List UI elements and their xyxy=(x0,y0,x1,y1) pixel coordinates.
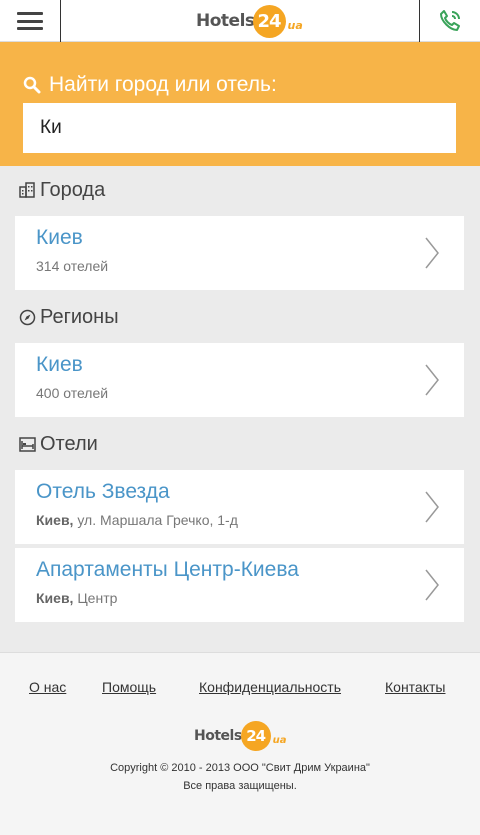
footer-link-help[interactable]: Помощь xyxy=(102,679,156,695)
copyright: Copyright © 2010 - 2013 ООО "Свит Дрим У… xyxy=(110,762,370,774)
search-input[interactable] xyxy=(23,103,456,153)
chevron-right-icon xyxy=(425,237,439,269)
logo[interactable]: Hotels 24 ua xyxy=(196,4,303,38)
city-item[interactable]: Киев 314 отелей xyxy=(15,216,464,290)
search-label: Найти город или отель: xyxy=(23,72,277,98)
section-title-regions: Регионы xyxy=(18,302,119,332)
hotel-name: Отель Звезда xyxy=(36,480,170,503)
footer-logo[interactable]: Hotels 24 ua xyxy=(194,721,287,751)
city-name: Киев xyxy=(36,226,83,249)
compass-icon xyxy=(18,308,36,326)
chevron-right-icon xyxy=(425,364,439,396)
logo-number: 24 xyxy=(252,4,286,38)
footer-logo-text: Hotels xyxy=(194,728,242,744)
hotel-street: ул. Маршала Гречко, 1-д xyxy=(77,512,238,528)
section-title-hotels: Отели xyxy=(18,429,98,459)
hotel-street: Центр xyxy=(77,590,118,606)
region-item[interactable]: Киев 400 отелей xyxy=(15,343,464,417)
section-title-regions-label: Регионы xyxy=(40,305,119,328)
logo-text: Hotels xyxy=(196,11,255,31)
hotel-name: Апартаменты Центр-Киева xyxy=(36,558,299,581)
hotel-address: Киев, ул. Маршала Гречко, 1-д xyxy=(36,512,238,528)
bed-icon xyxy=(18,435,36,453)
footer-link-contacts[interactable]: Контакты xyxy=(385,679,445,695)
region-name: Киев xyxy=(36,353,83,376)
phone-button[interactable] xyxy=(419,0,480,42)
rights-reserved: Все права защищены. xyxy=(183,780,297,792)
menu-button[interactable] xyxy=(0,0,61,42)
region-hotel-count: 400 отелей xyxy=(36,385,109,401)
logo-suffix: ua xyxy=(287,18,303,32)
hamburger-icon xyxy=(17,12,43,30)
footer-link-privacy[interactable]: Конфиденциальность xyxy=(199,679,341,695)
building-icon xyxy=(18,181,36,199)
city-hotel-count: 314 отелей xyxy=(36,258,109,274)
search-label-text: Найти город или отель: xyxy=(49,73,277,96)
phone-icon xyxy=(440,10,460,31)
section-title-cities-label: Города xyxy=(40,178,106,201)
hotel-city: Киев, xyxy=(36,590,74,606)
search-panel: Найти город или отель: xyxy=(0,42,480,166)
footer-logo-number: 24 xyxy=(240,721,271,751)
hotel-address: Киев, Центр xyxy=(36,590,117,606)
chevron-right-icon xyxy=(425,491,439,523)
footer-links: О нас Помощь Конфиденциальность Контакты xyxy=(0,679,480,697)
app-header: Hotels 24 ua xyxy=(0,0,480,42)
search-results: Города Киев 314 отелей Регионы Киев 400 … xyxy=(0,166,480,652)
hotel-city: Киев, xyxy=(36,512,74,528)
section-title-hotels-label: Отели xyxy=(40,432,98,455)
section-title-cities: Города xyxy=(18,175,105,205)
hotel-item[interactable]: Апартаменты Центр-Киева Киев, Центр xyxy=(15,548,464,622)
footer-link-about[interactable]: О нас xyxy=(29,679,66,695)
footer: О нас Помощь Конфиденциальность Контакты… xyxy=(0,652,480,835)
hotel-item[interactable]: Отель Звезда Киев, ул. Маршала Гречко, 1… xyxy=(15,470,464,544)
chevron-right-icon xyxy=(425,569,439,601)
search-icon xyxy=(23,76,41,94)
footer-logo-suffix: ua xyxy=(272,734,287,746)
